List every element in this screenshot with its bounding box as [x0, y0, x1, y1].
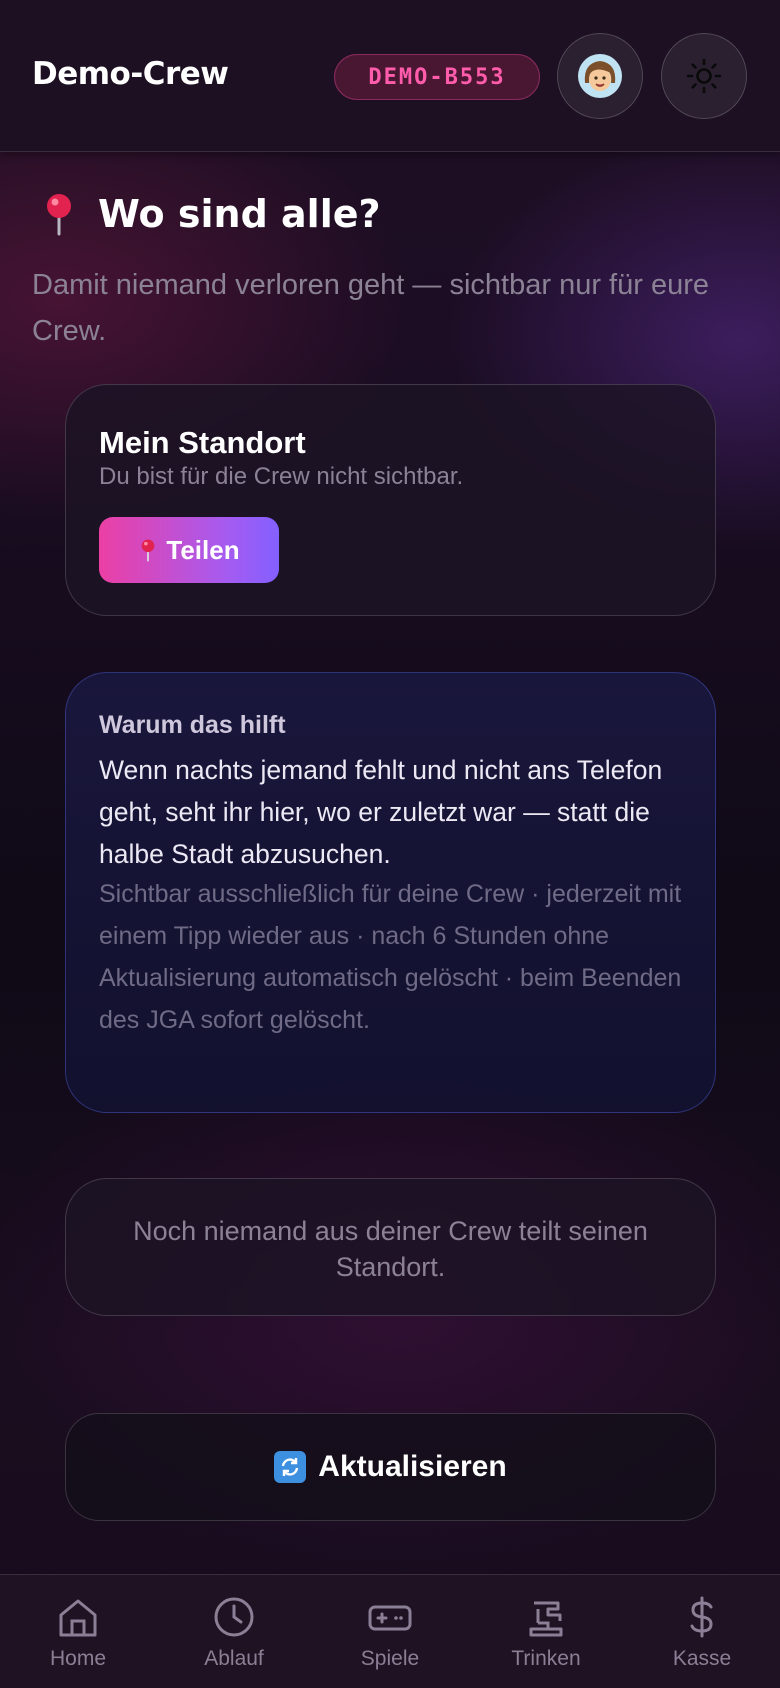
dollar-icon — [690, 1596, 713, 1638]
share-button-label: Teilen — [166, 534, 240, 565]
info-card: Warum das hilft Wenn nachts jemand fehlt… — [65, 672, 716, 1113]
info-heading: Warum das hilft — [99, 711, 286, 739]
visibility-status: Du bist für die Crew nicht sichtbar. — [99, 463, 464, 490]
app-header: Demo-Crew DEMO-B553 — [0, 0, 780, 152]
refresh-button[interactable]: Aktualisieren — [65, 1413, 716, 1521]
gamepad-icon — [368, 1605, 412, 1631]
section-header: Wo sind alle? — [40, 192, 381, 236]
nav-item-ablauf[interactable]: Ablauf — [156, 1575, 312, 1688]
nav-label-ablauf: Ablauf — [204, 1647, 264, 1670]
clock-icon — [214, 1597, 254, 1637]
bottom-nav: Home Ablauf Spiele Trinken Kasse — [0, 1574, 780, 1688]
nav-label-trinken: Trinken — [511, 1647, 581, 1670]
nav-item-home[interactable]: Home — [0, 1575, 156, 1688]
empty-state-text: Noch niemand aus deiner Crew teilt seine… — [133, 1216, 648, 1282]
avatar-icon — [578, 54, 622, 98]
share-location-button[interactable]: Teilen — [99, 517, 279, 583]
nav-item-spiele[interactable]: Spiele — [312, 1575, 468, 1688]
privacy-note: Sichtbar ausschließlich für deine Crew ·… — [99, 880, 682, 1034]
nav-item-trinken[interactable]: Trinken — [468, 1575, 624, 1688]
page-title: Wo sind alle? — [98, 192, 381, 236]
nav-item-kasse[interactable]: Kasse — [624, 1575, 780, 1688]
nav-label-home: Home — [49, 1647, 107, 1670]
pin-icon — [142, 539, 155, 562]
nav-label-kasse: Kasse — [672, 1647, 732, 1670]
crew-title: Demo-Crew — [32, 56, 229, 92]
crew-code-badge[interactable]: DEMO-B553 — [334, 54, 540, 100]
beer-tap-icon — [529, 1601, 563, 1637]
info-body: Wenn nachts jemand fehlt und nicht ans T… — [99, 755, 663, 869]
home-icon — [59, 1599, 97, 1637]
theme-toggle-button[interactable] — [661, 33, 747, 119]
empty-state-card: Noch niemand aus deiner Crew teilt seine… — [65, 1178, 716, 1316]
sun-icon — [686, 58, 722, 94]
pin-icon — [47, 194, 71, 236]
refresh-label: Aktualisieren — [318, 1450, 507, 1483]
avatar-button[interactable] — [557, 33, 643, 119]
my-location-title: Mein Standort — [99, 425, 306, 460]
my-location-card: Mein Standort Du bist für die Crew nicht… — [65, 384, 716, 616]
page-subtitle: Damit niemand verloren geht — sichtbar n… — [32, 269, 709, 347]
refresh-icon — [274, 1451, 307, 1483]
nav-label-spiele: Spiele — [360, 1647, 420, 1670]
